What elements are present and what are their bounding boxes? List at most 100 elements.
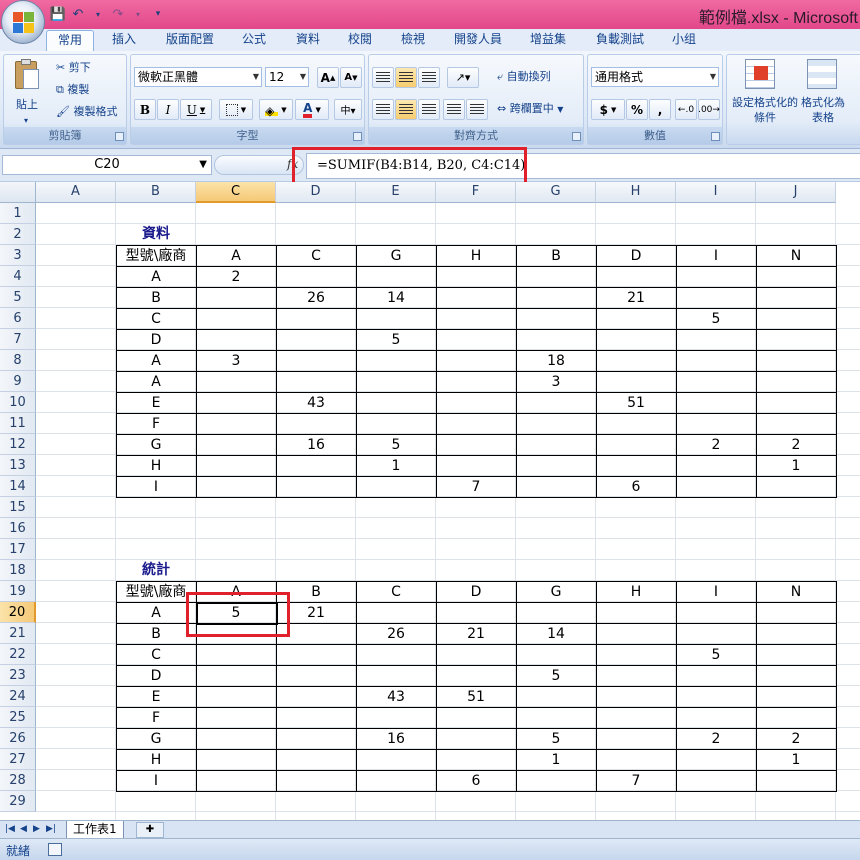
data-cell[interactable]: 5	[356, 435, 436, 456]
stats-cell[interactable]: 5	[676, 645, 756, 666]
stats-header-cell[interactable]: 型號\廠商	[116, 582, 196, 603]
data-cell[interactable]: 6	[596, 477, 676, 498]
data-cell[interactable]: 51	[596, 393, 676, 414]
stats-cell[interactable]: E	[116, 687, 196, 708]
last-sheet-icon[interactable]: ▶|	[46, 824, 56, 834]
stats-cell[interactable]: G	[116, 729, 196, 750]
number-format-select[interactable]: 通用格式 ▼	[591, 67, 719, 87]
data-cell[interactable]: 43	[276, 393, 356, 414]
column-header-i[interactable]: I	[676, 182, 756, 203]
data-cell[interactable]: 2	[756, 435, 836, 456]
fill-color-button[interactable]: ◈ ▼	[259, 99, 293, 120]
undo-icon[interactable]: ↶	[70, 6, 86, 22]
format-as-table-icon[interactable]	[807, 59, 837, 89]
data-header-cell[interactable]: C	[276, 246, 356, 267]
row-header-28[interactable]: 28	[0, 770, 36, 791]
row-header-22[interactable]: 22	[0, 644, 36, 665]
tab-page-layout[interactable]: 版面配置	[158, 30, 222, 51]
stats-cell[interactable]: H	[116, 750, 196, 771]
row-header-2[interactable]: 2	[0, 224, 36, 245]
number-launcher-icon[interactable]	[711, 132, 720, 141]
redo-dropdown-icon[interactable]: ▾	[130, 6, 146, 22]
currency-button[interactable]: $ ▼	[591, 99, 625, 120]
data-header-cell[interactable]: A	[196, 246, 276, 267]
row-header-26[interactable]: 26	[0, 728, 36, 749]
data-cell[interactable]: G	[116, 435, 196, 456]
data-cell[interactable]: H	[116, 456, 196, 477]
customize-qat-icon[interactable]: ▾	[150, 6, 166, 22]
wrap-text-button[interactable]: ⤶ 自動換列	[497, 67, 551, 88]
stats-cell[interactable]: 1	[516, 750, 596, 771]
row-header-13[interactable]: 13	[0, 455, 36, 476]
stats-cell[interactable]: 2	[756, 729, 836, 750]
font-color-button[interactable]: A ▼	[295, 99, 329, 120]
column-header-e[interactable]: E	[356, 182, 436, 203]
stats-header-cell[interactable]: G	[516, 582, 596, 603]
tab-formulas[interactable]: 公式	[234, 30, 274, 51]
data-cell[interactable]: 3	[516, 372, 596, 393]
data-cell[interactable]: C	[116, 309, 196, 330]
insert-sheet-icon[interactable]: ✚	[136, 822, 164, 838]
stats-header-cell[interactable]: D	[436, 582, 516, 603]
stats-cell[interactable]: D	[116, 666, 196, 687]
data-cell[interactable]: B	[116, 288, 196, 309]
stats-header-cell[interactable]: C	[356, 582, 436, 603]
tab-team[interactable]: 小组	[664, 30, 704, 51]
font-launcher-icon[interactable]	[353, 132, 362, 141]
row-header-18[interactable]: 18	[0, 560, 36, 581]
stats-cell[interactable]: 21	[436, 624, 516, 645]
stats-cell[interactable]: F	[116, 708, 196, 729]
row-header-16[interactable]: 16	[0, 518, 36, 539]
underline-button[interactable]: U ▼	[180, 99, 212, 120]
data-cell[interactable]: 2	[676, 435, 756, 456]
column-header-g[interactable]: G	[516, 182, 596, 203]
row-header-5[interactable]: 5	[0, 287, 36, 308]
font-size-select[interactable]: 12 ▼	[265, 67, 309, 87]
phonetic-button[interactable]: 中▾	[334, 99, 362, 120]
data-header-cell[interactable]: G	[356, 246, 436, 267]
worksheet-grid[interactable]: ABCDEFGHIJ 1 2 3 4 5 6 7 8 9 10 11 12 13 14 15 16 17 18 19…	[0, 182, 860, 820]
column-header-h[interactable]: H	[596, 182, 676, 203]
data-cell[interactable]: 14	[356, 288, 436, 309]
column-header-b[interactable]: B	[116, 182, 196, 203]
stats-cell[interactable]: 6	[436, 771, 516, 792]
italic-button[interactable]: I	[157, 99, 179, 120]
data-cell[interactable]: A	[116, 351, 196, 372]
row-header-15[interactable]: 15	[0, 497, 36, 518]
row-header-27[interactable]: 27	[0, 749, 36, 770]
data-cell[interactable]: 2	[196, 267, 276, 288]
save-icon[interactable]: 💾	[50, 6, 66, 22]
tab-view[interactable]: 檢視	[393, 30, 433, 51]
name-box[interactable]: C20 ▼	[2, 155, 212, 175]
align-left-button[interactable]	[372, 99, 394, 120]
data-cell[interactable]: 21	[596, 288, 676, 309]
next-sheet-icon[interactable]: ▶	[33, 824, 40, 834]
stats-cell[interactable]: 51	[436, 687, 516, 708]
tab-developer[interactable]: 開發人員	[446, 30, 510, 51]
shrink-font-button[interactable]: A ▼	[340, 67, 362, 88]
data-header-cell[interactable]: B	[516, 246, 596, 267]
row-header-20[interactable]: 20	[0, 602, 36, 623]
tab-home[interactable]: 常用	[46, 30, 94, 51]
row-header-17[interactable]: 17	[0, 539, 36, 560]
stats-cell[interactable]: 5	[516, 729, 596, 750]
stats-cell[interactable]: 26	[356, 624, 436, 645]
row-header-23[interactable]: 23	[0, 665, 36, 686]
data-cell[interactable]: D	[116, 330, 196, 351]
insert-function-button[interactable]: fx	[214, 155, 304, 175]
tab-insert[interactable]: 插入	[102, 30, 146, 51]
align-bottom-button[interactable]	[418, 67, 440, 88]
stats-cell[interactable]: 2	[676, 729, 756, 750]
stats-header-cell[interactable]: H	[596, 582, 676, 603]
sheet-tab-active[interactable]: 工作表1	[66, 821, 124, 839]
tab-data[interactable]: 資料	[288, 30, 328, 51]
align-middle-button[interactable]	[395, 67, 417, 88]
data-cell[interactable]: I	[116, 477, 196, 498]
row-header-14[interactable]: 14	[0, 476, 36, 497]
data-cell[interactable]: F	[116, 414, 196, 435]
row-header-10[interactable]: 10	[0, 392, 36, 413]
stats-cell[interactable]: 1	[756, 750, 836, 771]
first-sheet-icon[interactable]: |◀	[5, 824, 15, 834]
stats-cell[interactable]: A	[116, 603, 196, 624]
row-header-21[interactable]: 21	[0, 623, 36, 644]
